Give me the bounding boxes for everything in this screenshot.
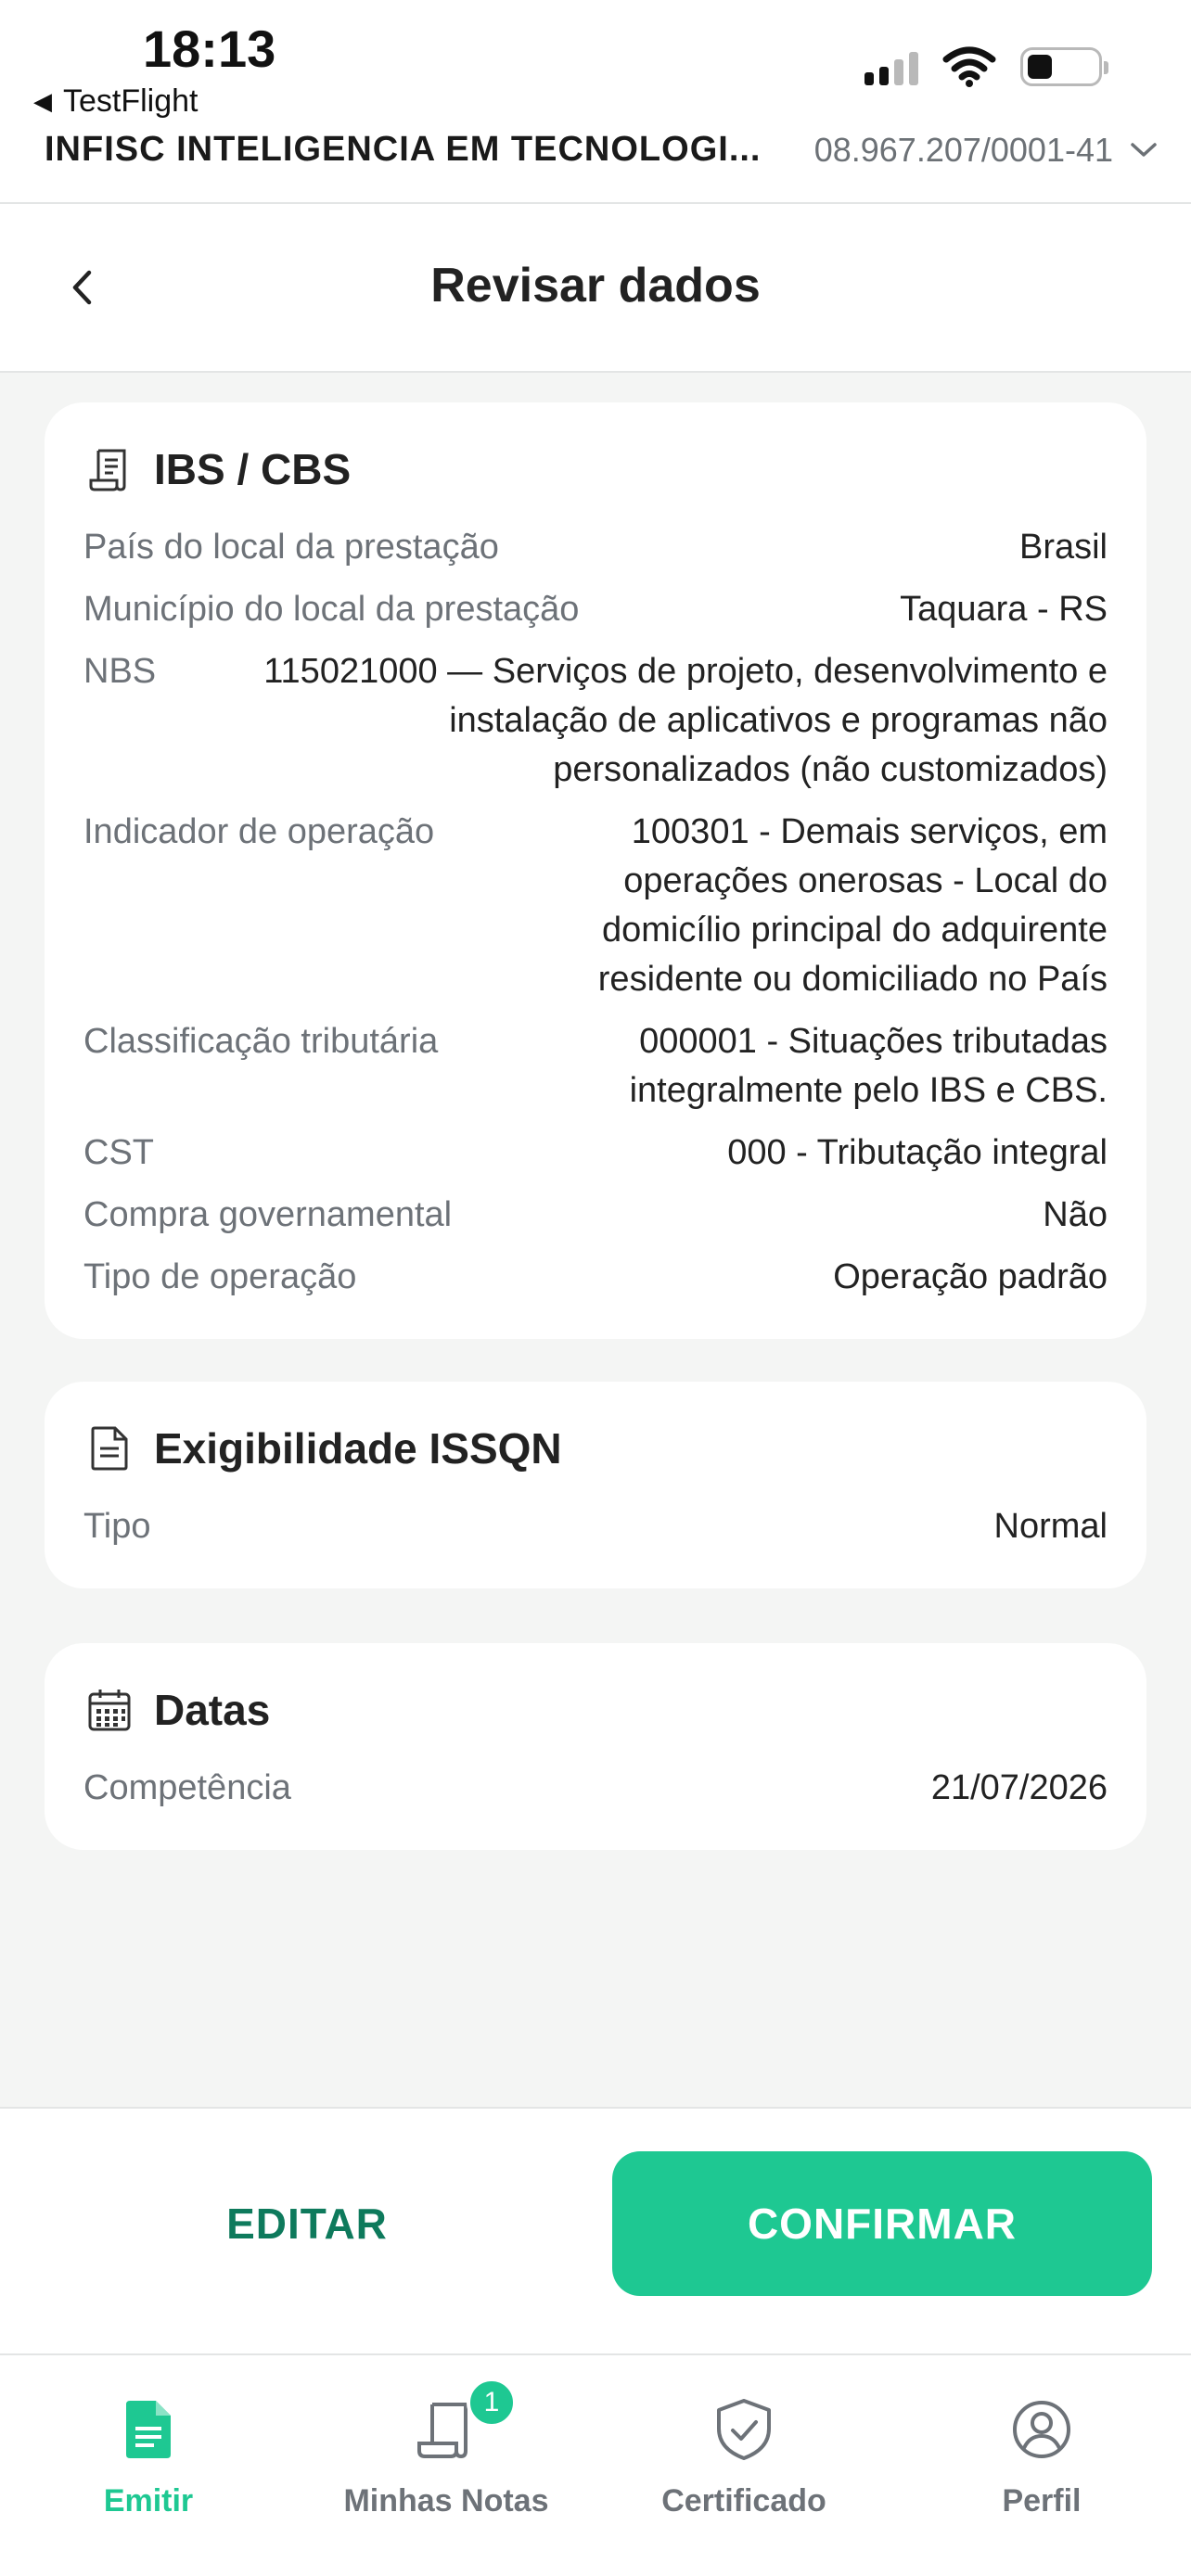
card-header: Exigibilidade ISSQN [83,1422,1108,1474]
shield-check-icon [707,2392,781,2467]
info-row: Compra governamental Não [83,1191,1108,1240]
tab-certificado[interactable]: Certificado [596,2392,892,2519]
row-label: Indicador de operação [83,812,435,851]
card-header: Datas [83,1684,1108,1736]
row-label: Tipo de operação [83,1257,357,1296]
issqn-card: Exigibilidade ISSQN Tipo Normal [45,1382,1146,1588]
row-label: NBS [83,652,157,691]
status-time: 18:13 [143,19,276,78]
row-label: Tipo [83,1507,151,1546]
top-bar: 18:13 ◀ TestFlight INFISC INTELIGENCIA E… [0,0,1191,204]
row-label: Competência [83,1768,291,1807]
company-cnpj: 08.967.207/0001-41 [814,131,1158,170]
back-triangle-icon: ◀ [33,87,52,115]
back-to-app-link[interactable]: ◀ TestFlight [33,83,198,120]
cellular-signal-icon [864,48,918,85]
back-app-label: TestFlight [63,83,198,119]
info-row: Indicador de operação 100301 - Demais se… [83,808,1108,1004]
info-row: País do local da prestação Brasil [83,523,1108,572]
row-value: 100301 - Demais serviços, em operações o… [597,812,1108,999]
ibs-cbs-card: IBS / CBS País do local da prestação Bra… [45,402,1146,1339]
receipt-icon [83,443,135,495]
document-filled-icon [111,2392,186,2467]
receipt-icon: 1 [409,2378,517,2467]
wifi-icon [942,46,996,87]
row-label: CST [83,1133,154,1172]
company-name: INFISC INTELIGENCIA EM TECNOLOGI... [45,130,762,169]
row-value: Brasil [1018,528,1108,567]
info-row: Classificação tributária 000001 - Situaç… [83,1017,1108,1116]
status-icons [864,46,1108,87]
card-title: IBS / CBS [154,445,352,493]
confirm-button[interactable]: CONFIRMAR [612,2151,1152,2296]
row-value: Não [1043,1195,1108,1234]
card-title: Datas [154,1686,271,1734]
info-row: CST 000 - Tributação integral [83,1129,1108,1178]
page-title: Revisar dados [430,259,761,312]
row-value: 000 - Tributação integral [727,1133,1108,1172]
notification-badge: 1 [467,2378,517,2428]
row-value: Normal [993,1507,1108,1546]
company-selector[interactable]: INFISC INTELIGENCIA EM TECNOLOGI... 08.9… [45,130,1158,170]
battery-icon [1020,47,1108,86]
card-header: IBS / CBS [83,443,1108,495]
tab-emitir[interactable]: Emitir [0,2392,297,2519]
calendar-icon [83,1684,135,1736]
datas-card: Datas Competência 21/07/2026 [45,1643,1146,1850]
cnpj-text: 08.967.207/0001-41 [813,130,1113,169]
tab-label: Minhas Notas [343,2483,549,2519]
row-value: 000001 - Situações tributadas integralme… [629,1022,1108,1110]
page-header: Revisar dados [0,204,1191,373]
info-row: Tipo de operação Operação padrão [83,1253,1108,1302]
tab-label: Emitir [103,2483,194,2519]
row-value: 115021000 — Serviços de projeto, desenvo… [263,652,1108,789]
row-label: Classificação tributária [83,1022,439,1061]
info-row: NBS 115021000 — Serviços de projeto, des… [83,647,1108,795]
bottom-tab-bar: Emitir 1 Minhas Notas Certificado Perfil [0,2353,1191,2576]
info-row: Tipo Normal [83,1502,1108,1551]
edit-button[interactable]: EDITAR [45,2151,570,2296]
row-label: Município do local da prestação [83,590,580,629]
document-icon [83,1422,135,1474]
action-footer: EDITAR CONFIRMAR [0,2107,1191,2353]
user-circle-icon [1005,2392,1079,2467]
tab-label: Perfil [1002,2483,1082,2519]
chevron-down-icon [1130,141,1158,159]
card-title: Exigibilidade ISSQN [154,1424,562,1473]
tab-perfil[interactable]: Perfil [893,2392,1190,2519]
info-row: Competência 21/07/2026 [83,1764,1108,1813]
info-row: Município do local da prestação Taquara … [83,585,1108,634]
tab-label: Certificado [661,2483,826,2519]
row-label: Compra governamental [83,1195,453,1234]
row-value: 21/07/2026 [930,1768,1108,1807]
row-value: Taquara - RS [900,590,1108,629]
tab-minhas-notas[interactable]: 1 Minhas Notas [298,2378,595,2519]
row-value: Operação padrão [833,1257,1108,1296]
row-label: País do local da prestação [83,528,499,567]
